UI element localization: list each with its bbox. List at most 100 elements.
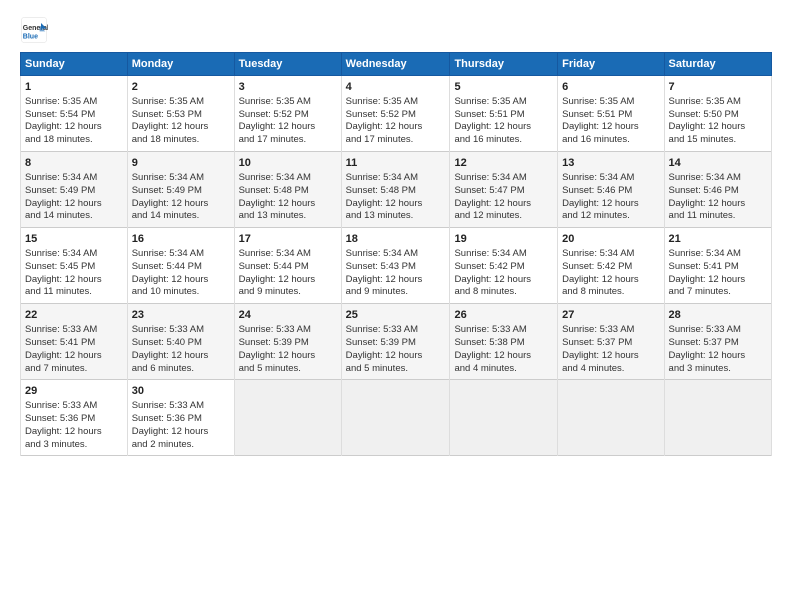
calendar-day-cell: 30Sunrise: 5:33 AM Sunset: 5:36 PM Dayli… (127, 380, 234, 456)
day-number: 28 (669, 308, 767, 323)
calendar-day-cell (664, 380, 771, 456)
day-info: Sunrise: 5:34 AM Sunset: 5:42 PM Dayligh… (454, 248, 553, 299)
day-info: Sunrise: 5:34 AM Sunset: 5:43 PM Dayligh… (346, 248, 446, 299)
calendar-day-cell: 26Sunrise: 5:33 AM Sunset: 5:38 PM Dayli… (450, 304, 558, 380)
day-number: 10 (239, 156, 337, 171)
day-number: 5 (454, 80, 553, 95)
day-number: 19 (454, 232, 553, 247)
day-number: 14 (669, 156, 767, 171)
calendar-day-cell: 18Sunrise: 5:34 AM Sunset: 5:43 PM Dayli… (341, 228, 450, 304)
day-info: Sunrise: 5:35 AM Sunset: 5:54 PM Dayligh… (25, 96, 123, 147)
day-number: 30 (132, 384, 230, 399)
day-number: 2 (132, 80, 230, 95)
calendar-day-cell: 9Sunrise: 5:34 AM Sunset: 5:49 PM Daylig… (127, 152, 234, 228)
day-info: Sunrise: 5:33 AM Sunset: 5:36 PM Dayligh… (25, 400, 123, 451)
calendar-day-cell: 23Sunrise: 5:33 AM Sunset: 5:40 PM Dayli… (127, 304, 234, 380)
day-number: 3 (239, 80, 337, 95)
logo-icon: General Blue (20, 16, 48, 44)
day-info: Sunrise: 5:34 AM Sunset: 5:44 PM Dayligh… (239, 248, 337, 299)
calendar-day-cell: 11Sunrise: 5:34 AM Sunset: 5:48 PM Dayli… (341, 152, 450, 228)
weekday-header-sunday: Sunday (21, 53, 128, 76)
day-info: Sunrise: 5:34 AM Sunset: 5:49 PM Dayligh… (25, 172, 123, 223)
day-info: Sunrise: 5:33 AM Sunset: 5:37 PM Dayligh… (562, 324, 659, 375)
day-number: 25 (346, 308, 446, 323)
calendar-day-cell (450, 380, 558, 456)
calendar-day-cell: 15Sunrise: 5:34 AM Sunset: 5:45 PM Dayli… (21, 228, 128, 304)
calendar-day-cell (558, 380, 664, 456)
day-info: Sunrise: 5:34 AM Sunset: 5:47 PM Dayligh… (454, 172, 553, 223)
day-number: 7 (669, 80, 767, 95)
day-info: Sunrise: 5:34 AM Sunset: 5:42 PM Dayligh… (562, 248, 659, 299)
page: General Blue SundayMondayTuesdayWednesda… (0, 0, 792, 612)
calendar-week-row: 1Sunrise: 5:35 AM Sunset: 5:54 PM Daylig… (21, 76, 772, 152)
weekday-header-friday: Friday (558, 53, 664, 76)
day-number: 17 (239, 232, 337, 247)
day-number: 26 (454, 308, 553, 323)
calendar-day-cell: 6Sunrise: 5:35 AM Sunset: 5:51 PM Daylig… (558, 76, 664, 152)
day-info: Sunrise: 5:33 AM Sunset: 5:39 PM Dayligh… (346, 324, 446, 375)
day-info: Sunrise: 5:35 AM Sunset: 5:52 PM Dayligh… (239, 96, 337, 147)
day-number: 22 (25, 308, 123, 323)
calendar-day-cell: 19Sunrise: 5:34 AM Sunset: 5:42 PM Dayli… (450, 228, 558, 304)
logo: General Blue (20, 16, 48, 44)
calendar-day-cell: 29Sunrise: 5:33 AM Sunset: 5:36 PM Dayli… (21, 380, 128, 456)
calendar-week-row: 15Sunrise: 5:34 AM Sunset: 5:45 PM Dayli… (21, 228, 772, 304)
day-info: Sunrise: 5:33 AM Sunset: 5:36 PM Dayligh… (132, 400, 230, 451)
calendar-day-cell: 16Sunrise: 5:34 AM Sunset: 5:44 PM Dayli… (127, 228, 234, 304)
day-number: 13 (562, 156, 659, 171)
calendar-day-cell: 13Sunrise: 5:34 AM Sunset: 5:46 PM Dayli… (558, 152, 664, 228)
calendar-day-cell: 22Sunrise: 5:33 AM Sunset: 5:41 PM Dayli… (21, 304, 128, 380)
weekday-header-wednesday: Wednesday (341, 53, 450, 76)
weekday-header-tuesday: Tuesday (234, 53, 341, 76)
day-number: 16 (132, 232, 230, 247)
calendar-day-cell: 25Sunrise: 5:33 AM Sunset: 5:39 PM Dayli… (341, 304, 450, 380)
calendar-day-cell: 4Sunrise: 5:35 AM Sunset: 5:52 PM Daylig… (341, 76, 450, 152)
day-info: Sunrise: 5:35 AM Sunset: 5:53 PM Dayligh… (132, 96, 230, 147)
day-info: Sunrise: 5:34 AM Sunset: 5:48 PM Dayligh… (346, 172, 446, 223)
calendar-day-cell: 8Sunrise: 5:34 AM Sunset: 5:49 PM Daylig… (21, 152, 128, 228)
day-info: Sunrise: 5:34 AM Sunset: 5:41 PM Dayligh… (669, 248, 767, 299)
calendar-week-row: 22Sunrise: 5:33 AM Sunset: 5:41 PM Dayli… (21, 304, 772, 380)
day-info: Sunrise: 5:34 AM Sunset: 5:44 PM Dayligh… (132, 248, 230, 299)
day-number: 12 (454, 156, 553, 171)
day-number: 20 (562, 232, 659, 247)
calendar-day-cell: 7Sunrise: 5:35 AM Sunset: 5:50 PM Daylig… (664, 76, 771, 152)
day-info: Sunrise: 5:33 AM Sunset: 5:40 PM Dayligh… (132, 324, 230, 375)
day-info: Sunrise: 5:33 AM Sunset: 5:37 PM Dayligh… (669, 324, 767, 375)
weekday-header-saturday: Saturday (664, 53, 771, 76)
day-info: Sunrise: 5:35 AM Sunset: 5:51 PM Dayligh… (562, 96, 659, 147)
day-number: 4 (346, 80, 446, 95)
weekday-header-thursday: Thursday (450, 53, 558, 76)
day-number: 11 (346, 156, 446, 171)
calendar-day-cell: 3Sunrise: 5:35 AM Sunset: 5:52 PM Daylig… (234, 76, 341, 152)
weekday-header-monday: Monday (127, 53, 234, 76)
calendar-day-cell: 28Sunrise: 5:33 AM Sunset: 5:37 PM Dayli… (664, 304, 771, 380)
day-info: Sunrise: 5:34 AM Sunset: 5:46 PM Dayligh… (562, 172, 659, 223)
day-info: Sunrise: 5:34 AM Sunset: 5:48 PM Dayligh… (239, 172, 337, 223)
calendar-day-cell: 21Sunrise: 5:34 AM Sunset: 5:41 PM Dayli… (664, 228, 771, 304)
svg-text:Blue: Blue (23, 33, 38, 40)
day-info: Sunrise: 5:34 AM Sunset: 5:49 PM Dayligh… (132, 172, 230, 223)
calendar-day-cell: 24Sunrise: 5:33 AM Sunset: 5:39 PM Dayli… (234, 304, 341, 380)
day-number: 9 (132, 156, 230, 171)
day-number: 29 (25, 384, 123, 399)
day-number: 8 (25, 156, 123, 171)
header: General Blue (20, 16, 772, 44)
calendar-day-cell: 1Sunrise: 5:35 AM Sunset: 5:54 PM Daylig… (21, 76, 128, 152)
day-info: Sunrise: 5:34 AM Sunset: 5:46 PM Dayligh… (669, 172, 767, 223)
calendar-day-cell: 20Sunrise: 5:34 AM Sunset: 5:42 PM Dayli… (558, 228, 664, 304)
calendar-week-row: 29Sunrise: 5:33 AM Sunset: 5:36 PM Dayli… (21, 380, 772, 456)
calendar-day-cell: 10Sunrise: 5:34 AM Sunset: 5:48 PM Dayli… (234, 152, 341, 228)
calendar-day-cell (234, 380, 341, 456)
day-info: Sunrise: 5:35 AM Sunset: 5:52 PM Dayligh… (346, 96, 446, 147)
day-info: Sunrise: 5:35 AM Sunset: 5:51 PM Dayligh… (454, 96, 553, 147)
day-info: Sunrise: 5:33 AM Sunset: 5:41 PM Dayligh… (25, 324, 123, 375)
day-number: 15 (25, 232, 123, 247)
calendar-day-cell: 14Sunrise: 5:34 AM Sunset: 5:46 PM Dayli… (664, 152, 771, 228)
day-info: Sunrise: 5:33 AM Sunset: 5:38 PM Dayligh… (454, 324, 553, 375)
calendar-week-row: 8Sunrise: 5:34 AM Sunset: 5:49 PM Daylig… (21, 152, 772, 228)
calendar-table: SundayMondayTuesdayWednesdayThursdayFrid… (20, 52, 772, 456)
day-number: 18 (346, 232, 446, 247)
day-info: Sunrise: 5:35 AM Sunset: 5:50 PM Dayligh… (669, 96, 767, 147)
day-number: 6 (562, 80, 659, 95)
